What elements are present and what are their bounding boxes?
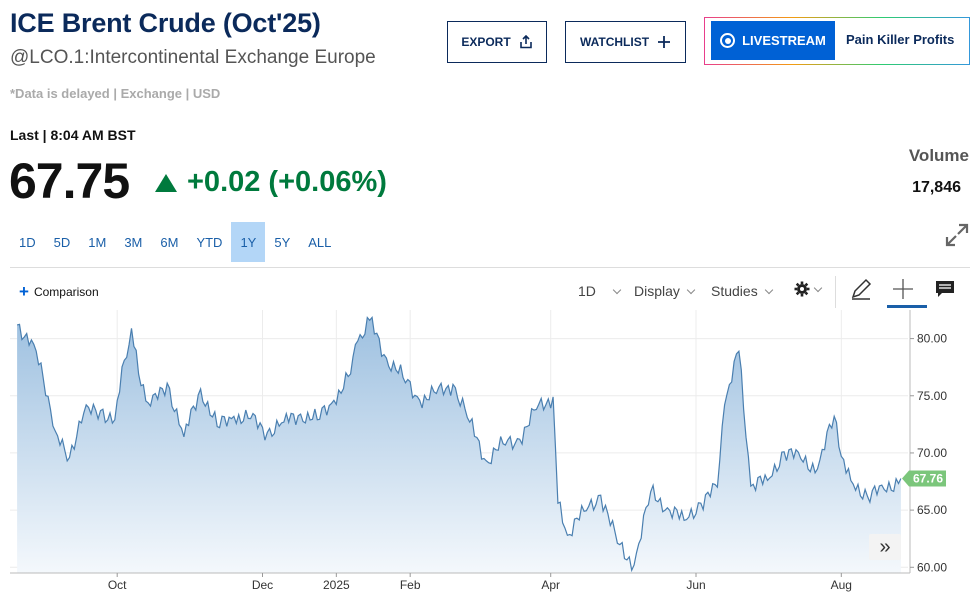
- range-1m[interactable]: 1M: [79, 222, 115, 262]
- gear-icon: [794, 281, 810, 297]
- y-tick-label: 60.00: [917, 560, 947, 574]
- y-tick-label: 70.00: [917, 446, 947, 460]
- interval-dropdown[interactable]: 1D: [578, 283, 622, 299]
- studies-dropdown[interactable]: Studies: [711, 283, 773, 299]
- y-tick-label: 80.00: [917, 332, 947, 346]
- toolbar-divider: [10, 267, 970, 268]
- toolbar-separator: [835, 276, 836, 308]
- livestream-label: LIVESTREAM: [742, 33, 826, 48]
- last-price: 67.75: [9, 153, 130, 209]
- livestream-show-title[interactable]: Pain Killer Profits: [846, 32, 954, 47]
- delayed-note: *Data is delayed | Exchange | USD: [10, 86, 221, 101]
- volume-value: 17,846: [912, 179, 961, 196]
- plus-icon: +: [19, 282, 29, 301]
- display-dropdown[interactable]: Display: [634, 283, 696, 299]
- x-tick-label: Dec: [252, 578, 273, 592]
- interval-label: 1D: [578, 283, 596, 299]
- range-1y[interactable]: 1Y: [231, 222, 266, 262]
- symbol-exchange: @LCO.1:Intercontinental Exchange Europe: [10, 47, 376, 68]
- studies-label: Studies: [711, 283, 758, 299]
- watchlist-button[interactable]: WATCHLIST: [565, 21, 686, 63]
- price-change: +0.02 (+0.06%): [155, 166, 387, 199]
- price-area: [17, 317, 901, 573]
- x-tick-label: Apr: [541, 578, 560, 592]
- livestream-button[interactable]: LIVESTREAM: [711, 21, 835, 60]
- price-chart[interactable]: 80.00 75.00 70.00 65.00 60.00 Oct Dec 2025 Feb Ap…: [0, 310, 971, 593]
- pencil-icon[interactable]: [848, 278, 874, 300]
- comparison-button[interactable]: + Comparison: [19, 282, 99, 301]
- plus-icon: [658, 36, 671, 48]
- price-change-value: +0.02 (+0.06%): [187, 166, 387, 198]
- range-all[interactable]: ALL: [299, 222, 340, 262]
- volume-label: Volume: [908, 146, 969, 165]
- range-3m[interactable]: 3M: [115, 222, 151, 262]
- comparison-label: Comparison: [33, 285, 99, 299]
- export-button[interactable]: EXPORT: [447, 21, 547, 63]
- export-label: EXPORT: [461, 35, 511, 49]
- page-title: ICE Brent Crude (Oct'25): [10, 8, 321, 38]
- livestream-banner[interactable]: LIVESTREAM Pain Killer Profits: [704, 17, 970, 65]
- last-price-label: 67.76: [913, 472, 943, 486]
- up-arrow-icon: [155, 173, 177, 192]
- x-tick-label: Oct: [108, 578, 127, 592]
- watchlist-label: WATCHLIST: [579, 35, 650, 49]
- fast-forward-icon: »: [879, 535, 891, 558]
- chevron-down-icon: [686, 285, 696, 294]
- active-tool-indicator: [887, 305, 927, 308]
- x-tick-label: Jun: [686, 578, 705, 592]
- comment-icon[interactable]: [933, 278, 959, 300]
- crosshair-icon[interactable]: [890, 278, 916, 300]
- chevron-down-icon: [764, 285, 773, 294]
- range-selector: 1D 5D 1M 3M 6M YTD 1Y 5Y ALL: [10, 222, 340, 262]
- x-tick-label: Aug: [831, 578, 852, 592]
- range-6m[interactable]: 6M: [151, 222, 187, 262]
- share-icon: [519, 35, 532, 49]
- range-1d[interactable]: 1D: [10, 222, 45, 262]
- range-ytd[interactable]: YTD: [187, 222, 231, 262]
- expand-icon[interactable]: [944, 222, 970, 248]
- x-tick-label: 2025: [323, 578, 350, 592]
- display-label: Display: [634, 283, 680, 299]
- range-5d[interactable]: 5D: [45, 222, 80, 262]
- chevron-down-icon: [612, 285, 622, 294]
- scroll-to-latest-button[interactable]: »: [869, 534, 901, 560]
- x-tick-label: Feb: [400, 578, 421, 592]
- last-trade-time: Last | 8:04 AM BST: [10, 127, 136, 143]
- range-5y[interactable]: 5Y: [265, 222, 299, 262]
- chevron-down-icon: [813, 283, 823, 292]
- settings-dropdown[interactable]: [794, 281, 823, 297]
- y-tick-label: 65.00: [917, 503, 947, 517]
- y-tick-label: 75.00: [917, 389, 947, 403]
- live-dot-icon: [720, 33, 736, 48]
